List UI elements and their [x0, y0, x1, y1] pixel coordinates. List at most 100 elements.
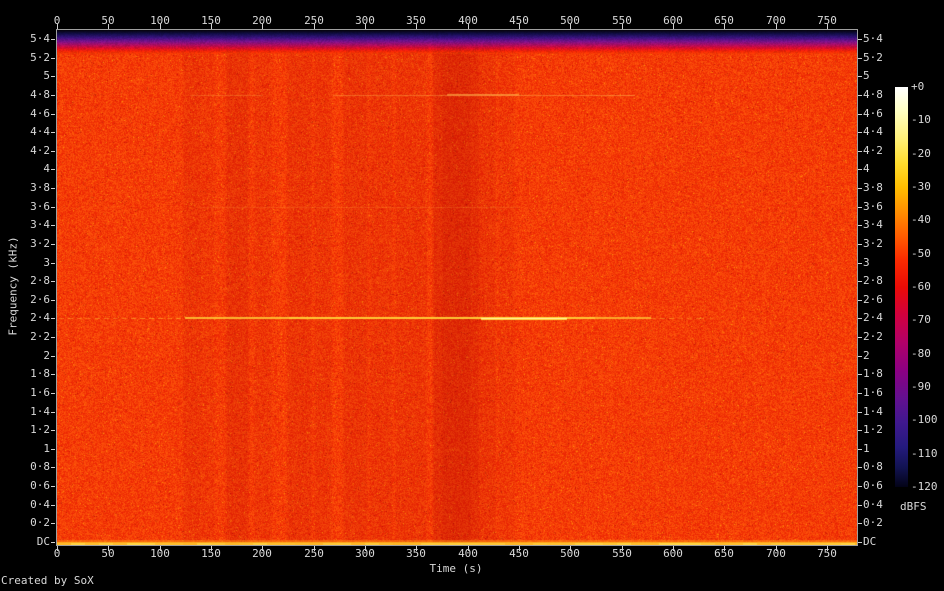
time-tick-mark-top [519, 24, 520, 29]
freq-tick-label-right: 3·4 [863, 219, 883, 231]
freq-tick-mark-left [51, 188, 55, 189]
time-tick-mark-top [108, 24, 109, 29]
spectrogram-canvas [57, 30, 857, 545]
freq-tick-mark-left [51, 300, 55, 301]
freq-tick-mark-right [858, 76, 862, 77]
freq-tick-mark-left [51, 449, 55, 450]
time-tick-mark-bottom [776, 546, 777, 551]
freq-tick-mark-left [51, 263, 55, 264]
freq-tick-mark-right [858, 318, 862, 319]
freq-tick-mark-right [858, 449, 862, 450]
time-tick-mark-top [570, 24, 571, 29]
freq-tick-mark-left [51, 58, 55, 59]
freq-tick-mark-right [858, 188, 862, 189]
time-tick-mark-bottom [108, 546, 109, 551]
colorbar-tick-label: -40 [911, 214, 931, 226]
freq-tick-mark-left [51, 76, 55, 77]
x-axis-label: Time (s) [396, 563, 516, 575]
freq-tick-mark-left [51, 95, 55, 96]
freq-tick-mark-left [51, 318, 55, 319]
time-tick-mark-bottom [314, 546, 315, 551]
freq-tick-mark-left [51, 356, 55, 357]
freq-tick-mark-left [51, 281, 55, 282]
freq-tick-label-right: 1·2 [863, 424, 883, 436]
freq-tick-mark-right [858, 281, 862, 282]
freq-tick-label-right: 1·6 [863, 387, 883, 399]
freq-tick-mark-right [858, 374, 862, 375]
freq-tick-label-right: 2·4 [863, 312, 883, 324]
freq-tick-mark-right [858, 393, 862, 394]
time-tick-mark-bottom [673, 546, 674, 551]
freq-tick-mark-right [858, 467, 862, 468]
freq-tick-label-right: 3·8 [863, 182, 883, 194]
freq-tick-label-right: 1·4 [863, 406, 883, 418]
time-tick-mark-top [57, 24, 58, 29]
freq-tick-mark-left [51, 430, 55, 431]
freq-tick-mark-right [858, 337, 862, 338]
freq-tick-label-right: DC [863, 536, 876, 548]
freq-tick-label-right: 3·6 [863, 201, 883, 213]
freq-tick-mark-left [51, 412, 55, 413]
freq-tick-label-right: 2·8 [863, 275, 883, 287]
freq-tick-label-right: 4·4 [863, 126, 883, 138]
time-tick-mark-top [211, 24, 212, 29]
freq-tick-label-right: 5 [863, 70, 870, 82]
sox-spectrogram-image: { "footer": { "credit": "Created by SoX"… [0, 0, 944, 591]
colorbar-unit-label: dBFS [900, 501, 927, 513]
freq-tick-label-right: 5·4 [863, 33, 883, 45]
freq-tick-mark-left [51, 374, 55, 375]
colorbar [895, 87, 908, 487]
freq-tick-mark-left [51, 169, 55, 170]
freq-tick-mark-left [51, 151, 55, 152]
freq-tick-mark-left [51, 337, 55, 338]
colorbar-tick-label: -50 [911, 248, 931, 260]
time-tick-mark-bottom [262, 546, 263, 551]
time-tick-mark-top [160, 24, 161, 29]
freq-tick-label-right: 2 [863, 350, 870, 362]
time-tick-mark-bottom [570, 546, 571, 551]
freq-tick-mark-right [858, 207, 862, 208]
colorbar-tick-label: -70 [911, 314, 931, 326]
freq-tick-mark-right [858, 39, 862, 40]
freq-tick-label-right: 3·2 [863, 238, 883, 250]
freq-tick-mark-left [51, 393, 55, 394]
time-tick-mark-bottom [160, 546, 161, 551]
time-tick-mark-top [262, 24, 263, 29]
freq-tick-mark-left [51, 244, 55, 245]
time-tick-mark-top [827, 24, 828, 29]
freq-tick-label-right: 0·2 [863, 517, 883, 529]
time-tick-mark-bottom [365, 546, 366, 551]
time-tick-mark-bottom [724, 546, 725, 551]
time-tick-mark-top [314, 24, 315, 29]
freq-tick-mark-left [51, 39, 55, 40]
freq-tick-mark-left [51, 207, 55, 208]
time-tick-mark-bottom [57, 546, 58, 551]
time-tick-mark-top [365, 24, 366, 29]
freq-tick-label-right: 2·6 [863, 294, 883, 306]
time-tick-mark-bottom [211, 546, 212, 551]
freq-tick-label-right: 5·2 [863, 52, 883, 64]
freq-tick-mark-right [858, 412, 862, 413]
freq-tick-mark-right [858, 132, 862, 133]
freq-tick-mark-right [858, 542, 862, 543]
time-tick-mark-top [416, 24, 417, 29]
freq-tick-label-right: 4·8 [863, 89, 883, 101]
freq-tick-mark-right [858, 114, 862, 115]
time-tick-mark-bottom [827, 546, 828, 551]
colorbar-tick-label: -10 [911, 114, 931, 126]
freq-tick-mark-right [858, 523, 862, 524]
time-tick-mark-top [468, 24, 469, 29]
freq-tick-label-right: 4 [863, 163, 870, 175]
freq-tick-mark-right [858, 263, 862, 264]
freq-tick-mark-left [51, 505, 55, 506]
freq-tick-mark-left [51, 467, 55, 468]
colorbar-tick-label: -20 [911, 148, 931, 160]
freq-tick-mark-right [858, 58, 862, 59]
freq-tick-label-right: 0·6 [863, 480, 883, 492]
freq-tick-mark-right [858, 300, 862, 301]
freq-tick-mark-right [858, 244, 862, 245]
colorbar-tick-label: -120 [911, 481, 938, 493]
freq-tick-label-right: 4·6 [863, 108, 883, 120]
time-tick-mark-bottom [519, 546, 520, 551]
freq-tick-label-right: 0·4 [863, 499, 883, 511]
